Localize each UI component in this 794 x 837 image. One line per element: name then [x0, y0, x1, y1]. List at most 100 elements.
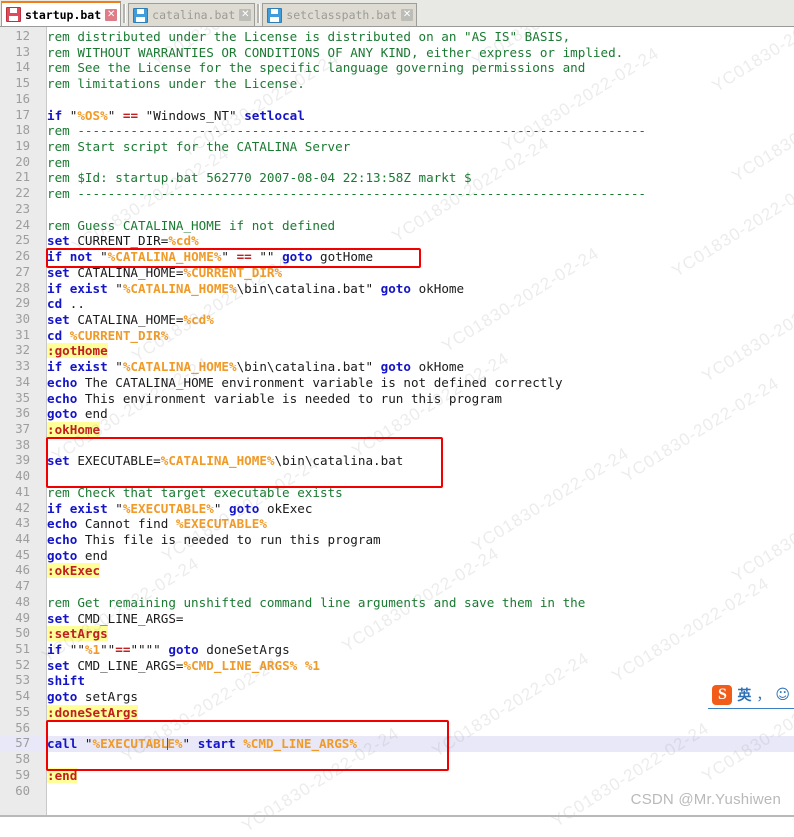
code-line[interactable]: 56: [0, 721, 794, 737]
close-icon[interactable]: ✕: [105, 8, 118, 21]
line-text[interactable]: :setArgs: [38, 626, 108, 642]
line-text[interactable]: set CURRENT_DIR=%cd%: [38, 233, 199, 249]
line-text[interactable]: if ""%1""=="""" goto doneSetArgs: [38, 642, 290, 658]
sogou-ime-toolbar[interactable]: S 英 ， ☺: [708, 682, 794, 709]
code-line[interactable]: 21 rem $Id: startup.bat 562770 2007-08-04…: [0, 170, 794, 186]
close-icon[interactable]: ✕: [239, 9, 252, 21]
emoji-icon[interactable]: ☺: [775, 687, 790, 703]
line-text[interactable]: echo The CATALINA_HOME environment varia…: [38, 375, 563, 391]
line-text[interactable]: rem Get remaining unshifted command line…: [38, 595, 585, 611]
code-line[interactable]: 55:doneSetArgs: [0, 704, 794, 721]
code-line[interactable]: 13 rem WITHOUT WARRANTIES OR CONDITIONS O…: [0, 45, 794, 61]
line-text[interactable]: goto end: [38, 548, 108, 564]
code-line[interactable]: 44 echo This file is needed to run this p…: [0, 532, 794, 548]
code-line[interactable]: 35 echo This environment variable is need…: [0, 391, 794, 407]
ime-mode-label[interactable]: 英: [737, 685, 751, 705]
line-text[interactable]: :doneSetArgs: [38, 704, 138, 721]
line-text[interactable]: if "%OS%" == "Windows_NT" setlocal: [38, 108, 305, 124]
line-text[interactable]: rem limitations under the License.: [38, 76, 305, 92]
code-line[interactable]: 36 goto end: [0, 406, 794, 422]
line-text[interactable]: rem Guess CATALINA_HOME if not defined: [38, 218, 335, 234]
code-line[interactable]: 34 echo The CATALINA_HOME environment var…: [0, 375, 794, 391]
line-text[interactable]: :okHome: [38, 421, 101, 438]
line-text[interactable]: if exist "%CATALINA_HOME%\bin\catalina.b…: [38, 281, 464, 297]
code-line[interactable]: 41 rem Check that target executable exist…: [0, 485, 794, 501]
code-line[interactable]: 30 set CATALINA_HOME=%cd%: [0, 312, 794, 328]
code-line[interactable]: 15 rem limitations under the License.: [0, 76, 794, 92]
line-text[interactable]: shift: [38, 673, 85, 689]
line-text[interactable]: call "%EXECUTABLE%" start %CMD_LINE_ARGS…: [38, 736, 357, 752]
code-editor[interactable]: 12 rem distributed under the License is d…: [0, 27, 794, 817]
line-text[interactable]: if exist "%CATALINA_HOME%\bin\catalina.b…: [38, 359, 464, 375]
code-line[interactable]: 39 set EXECUTABLE=%CATALINA_HOME%\bin\cat…: [0, 453, 794, 469]
code-line[interactable]: 24 rem Guess CATALINA_HOME if not defined: [0, 218, 794, 234]
code-line[interactable]: 54 goto setArgs: [0, 689, 794, 705]
code-line[interactable]: 33 if exist "%CATALINA_HOME%\bin\catalina…: [0, 359, 794, 375]
code-line[interactable]: 32:gotHome: [0, 343, 794, 359]
code-line[interactable]: 43 echo Cannot find %EXECUTABLE%: [0, 516, 794, 532]
code-line[interactable]: 45 goto end: [0, 548, 794, 564]
code-line[interactable]: 12 rem distributed under the License is d…: [0, 29, 794, 45]
code-line[interactable]: 18 rem ----------------------------------…: [0, 123, 794, 139]
line-text[interactable]: set CATALINA_HOME=%CURRENT_DIR%: [38, 265, 282, 281]
code-line[interactable]: 58: [0, 752, 794, 768]
line-text[interactable]: if not "%CATALINA_HOME%" == "" goto gotH…: [38, 249, 373, 265]
code-line[interactable]: 19 rem Start script for the CATALINA Serv…: [0, 139, 794, 155]
sogou-logo-icon[interactable]: S: [712, 685, 733, 705]
line-text[interactable]: cd %CURRENT_DIR%: [38, 328, 168, 344]
line-text[interactable]: rem $Id: startup.bat 562770 2007-08-04 2…: [38, 170, 472, 186]
line-text[interactable]: rem: [38, 155, 70, 171]
code-line[interactable]: 16: [0, 92, 794, 108]
code-line[interactable]: 37:okHome: [0, 421, 794, 438]
line-text[interactable]: set CMD_LINE_ARGS=%CMD_LINE_ARGS% %1: [38, 658, 320, 674]
tab-startup-bat[interactable]: startup.bat ✕: [1, 1, 122, 26]
line-text[interactable]: rem ------------------------------------…: [38, 123, 646, 139]
line-text[interactable]: echo Cannot find %EXECUTABLE%: [38, 516, 267, 532]
line-text[interactable]: :okExec: [38, 563, 101, 579]
code-line[interactable]: 48 rem Get remaining unshifted command li…: [0, 595, 794, 611]
line-text[interactable]: :gotHome: [38, 343, 108, 359]
tab-setclasspath-bat[interactable]: setclasspath.bat ✕: [262, 3, 418, 26]
code-line[interactable]: 29 cd ..: [0, 296, 794, 312]
code-line[interactable]: 57 call "%EXECUTABLE%" start %CMD_LINE_AR…: [0, 736, 794, 753]
line-text[interactable]: set CMD_LINE_ARGS=: [38, 611, 184, 627]
code-line[interactable]: 51 if ""%1""=="""" goto doneSetArgs: [0, 642, 794, 658]
line-text[interactable]: :end: [38, 767, 78, 784]
line-text[interactable]: rem ------------------------------------…: [38, 186, 646, 202]
line-text[interactable]: cd ..: [38, 296, 85, 312]
line-text[interactable]: set CATALINA_HOME=%cd%: [38, 312, 214, 328]
punctuation-icon[interactable]: ，: [756, 685, 770, 705]
line-text[interactable]: set EXECUTABLE=%CATALINA_HOME%\bin\catal…: [38, 453, 403, 469]
code-line[interactable]: 26 if not "%CATALINA_HOME%" == "" goto go…: [0, 249, 794, 265]
line-text[interactable]: rem See the License for the specific lan…: [38, 60, 585, 76]
code-line[interactable]: 27 set CATALINA_HOME=%CURRENT_DIR%: [0, 265, 794, 281]
code-line[interactable]: 40: [0, 469, 794, 485]
code-line[interactable]: 28 if exist "%CATALINA_HOME%\bin\catalina…: [0, 281, 794, 297]
line-text[interactable]: echo This environment variable is needed…: [38, 391, 502, 407]
code-line[interactable]: 14 rem See the License for the specific l…: [0, 60, 794, 76]
code-line[interactable]: 53 shift: [0, 673, 794, 689]
code-line[interactable]: 50:setArgs: [0, 626, 794, 642]
line-text[interactable]: goto setArgs: [38, 689, 138, 705]
code-line[interactable]: 42 if exist "%EXECUTABLE%" goto okExec: [0, 501, 794, 517]
code-line[interactable]: 38: [0, 438, 794, 454]
line-text[interactable]: rem Start script for the CATALINA Server: [38, 139, 350, 155]
line-text[interactable]: goto end: [38, 406, 108, 422]
line-text[interactable]: rem distributed under the License is dis…: [38, 29, 570, 45]
code-line[interactable]: 31 cd %CURRENT_DIR%: [0, 328, 794, 344]
code-line[interactable]: 47: [0, 579, 794, 595]
code-line[interactable]: 49 set CMD_LINE_ARGS=: [0, 611, 794, 627]
line-text[interactable]: if exist "%EXECUTABLE%" goto okExec: [38, 501, 312, 517]
code-line[interactable]: 25 set CURRENT_DIR=%cd%: [0, 233, 794, 249]
code-line[interactable]: 52 set CMD_LINE_ARGS=%CMD_LINE_ARGS% %1: [0, 658, 794, 674]
close-icon[interactable]: ✕: [401, 9, 414, 21]
code-line[interactable]: 20 rem: [0, 155, 794, 171]
code-line[interactable]: 59:end: [0, 767, 794, 784]
line-text[interactable]: rem WITHOUT WARRANTIES OR CONDITIONS OF …: [38, 45, 623, 61]
code-line[interactable]: 22 rem ----------------------------------…: [0, 186, 794, 202]
line-text[interactable]: rem Check that target executable exists: [38, 485, 343, 501]
code-line[interactable]: 46:okExec: [0, 563, 794, 579]
line-text[interactable]: echo This file is needed to run this pro…: [38, 532, 381, 548]
code-content[interactable]: 12 rem distributed under the License is d…: [0, 27, 794, 799]
code-line[interactable]: 17 if "%OS%" == "Windows_NT" setlocal: [0, 108, 794, 124]
